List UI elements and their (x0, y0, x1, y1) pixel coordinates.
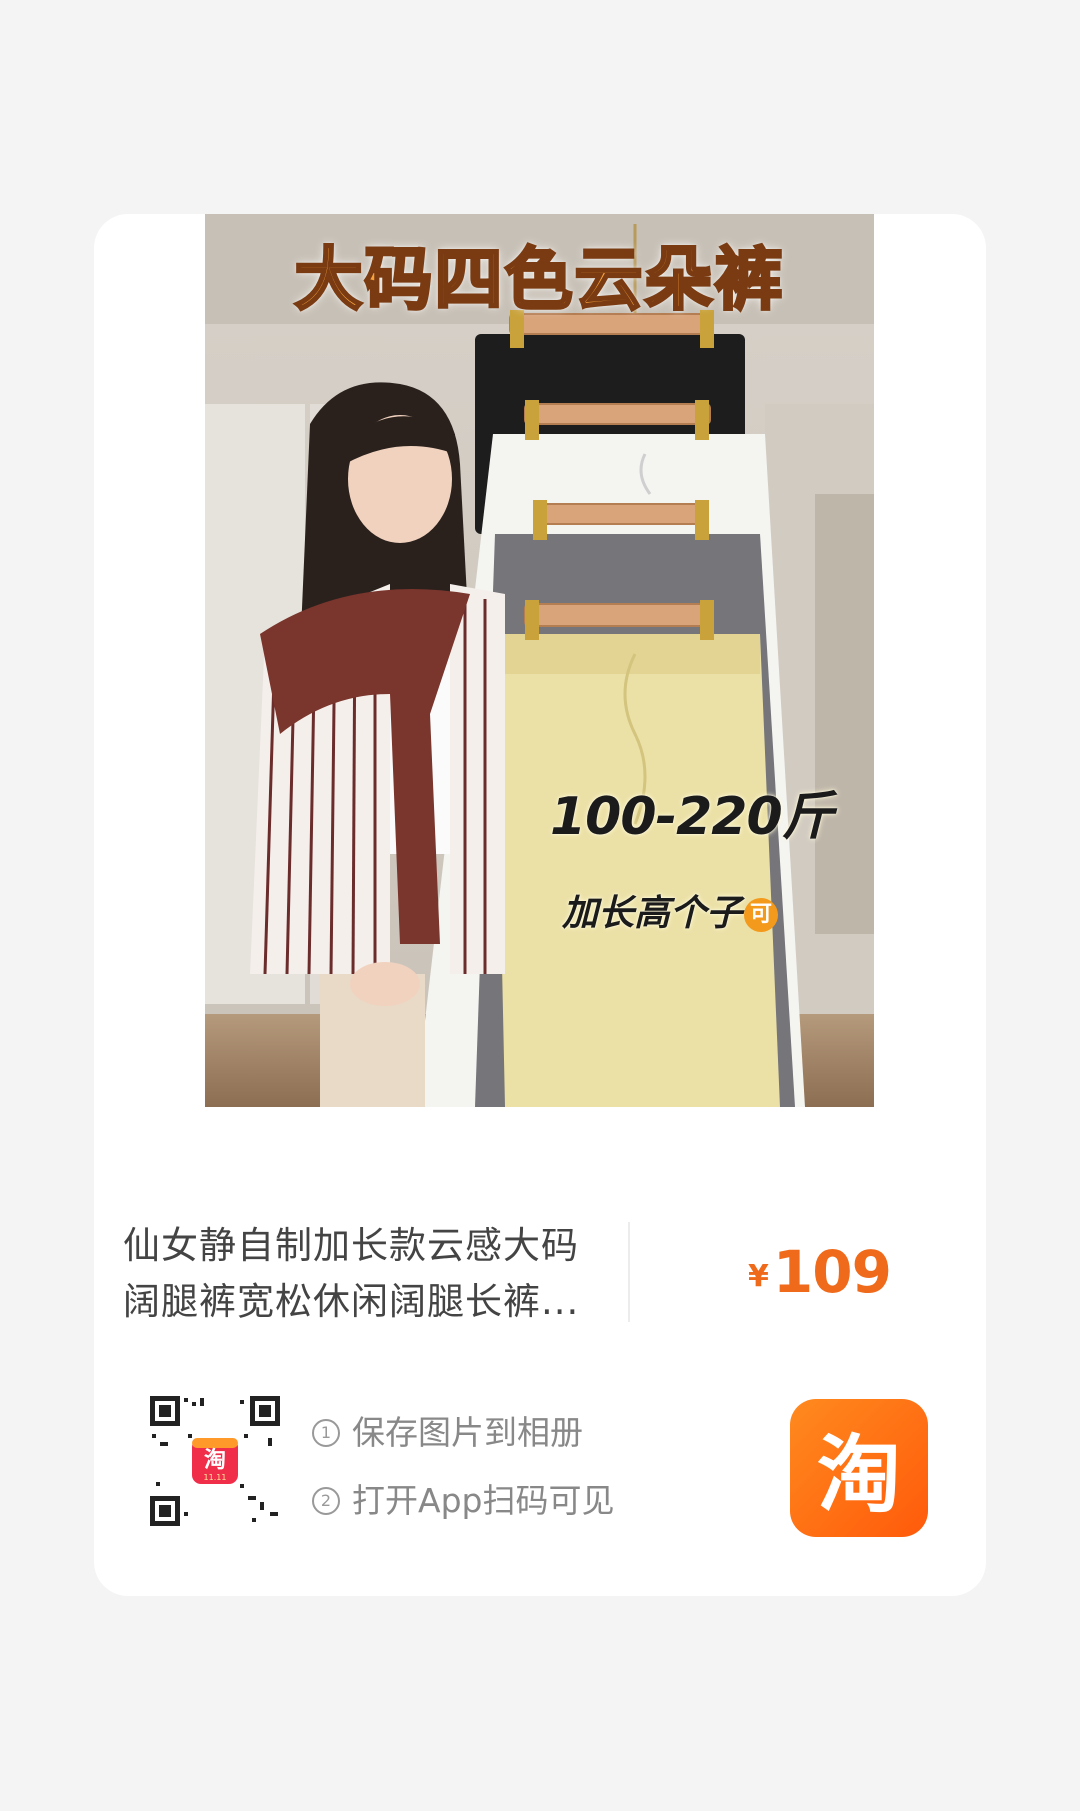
image-tall-badge: 可 (744, 898, 779, 932)
product-title-line-1: 仙女静自制加长款云感大码 (123, 1224, 579, 1267)
image-banner-text: 大码四色云朵裤 (293, 240, 785, 322)
step-2-label: 打开App扫码可见 (352, 1481, 615, 1520)
qr-badge-subtext: 11.11 (204, 1473, 227, 1482)
qr-code[interactable]: 淘 11.11 (148, 1394, 282, 1528)
step-open-app: 2 打开App扫码可见 (312, 1473, 614, 1541)
product-title-line-2: 阔腿裤宽松休闲阔腿长裤... (123, 1280, 580, 1323)
share-card: 大码四色云朵裤 100-220斤 加长高个子可 仙女静自制加长款云感大码 阔腿裤… (94, 214, 986, 1596)
taobao-app-logo[interactable]: 淘 (790, 1399, 928, 1537)
step-save-image: 1 保存图片到相册 (312, 1405, 614, 1473)
share-steps: 1 保存图片到相册 2 打开App扫码可见 (312, 1405, 614, 1541)
price-currency-symbol: ¥ (748, 1259, 769, 1294)
divider (628, 1222, 630, 1322)
price-value: 109 (772, 1238, 892, 1306)
taobao-logo-text: 淘 (816, 1425, 901, 1524)
qr-badge-text: 淘 (204, 1447, 226, 1473)
image-tall-label: 加长高个子 (562, 893, 743, 934)
price: ¥109 (748, 1238, 892, 1306)
image-weight-range-text: 100-220斤 (550, 787, 834, 847)
step-2-number: 2 (312, 1487, 340, 1515)
step-1-number: 1 (312, 1419, 340, 1447)
step-1-label: 保存图片到相册 (352, 1413, 583, 1452)
product-title[interactable]: 仙女静自制加长款云感大码 阔腿裤宽松休闲阔腿长裤... (123, 1218, 613, 1330)
product-image[interactable]: 大码四色云朵裤 100-220斤 加长高个子可 (205, 214, 874, 1107)
image-tall-text: 加长高个子可 (562, 884, 779, 936)
